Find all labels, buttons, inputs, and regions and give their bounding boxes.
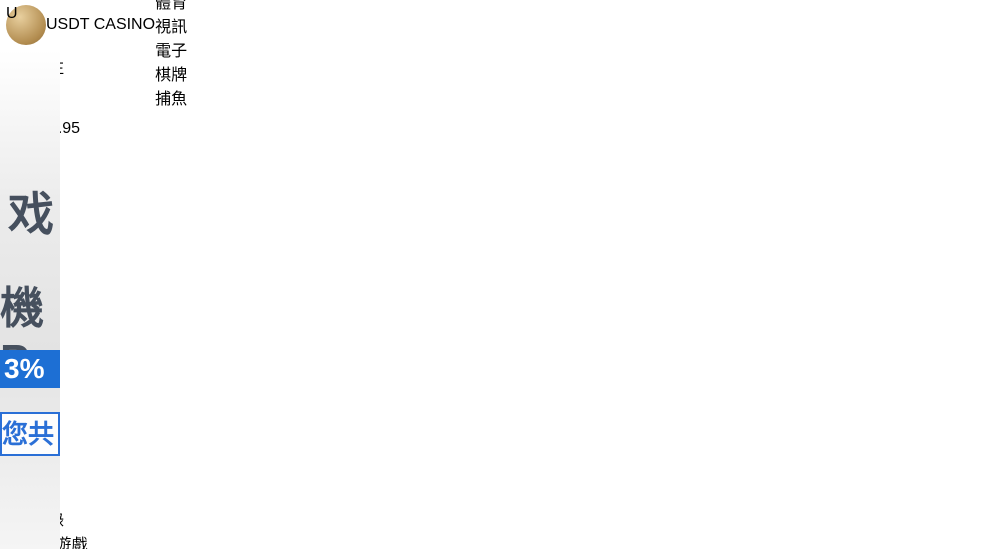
background-promo: 戏 機P 3% 您共 [0,50,60,549]
page-content: AG ASIA GAMING 停止下注 開牌中 2 2 2 277,782.95… [0,36,1000,549]
sidebar-item-slots[interactable]: 電子 [0,459,1000,483]
deposit-row[interactable]: 存款 [0,303,1000,320]
promo-text-fragment: 戏 [8,178,54,244]
video-games-row[interactable]: 視 [0,320,1000,339]
menu-item-video-games[interactable]: 視訊遊戲 [0,531,1000,549]
stop-betting-label: 停止下注 [0,54,1000,78]
browser-window: AG Asia Gaming - Google Chrome gci.2hhap… [0,0,1000,549]
modal-menu: 視訊遊戲 777 電子老虎機 桌面遊戲 積分查詢 額度記錄 [0,531,1000,549]
sidebar-item-duo[interactable]: 多 [0,435,1000,459]
ag-user-panel: gbad 0.65 存款 視 卡卡 旗艦 歐洲 競 多 電子 捕魚 [0,267,1000,507]
username-row: gbad [0,267,1000,285]
sidebar-item-fishing[interactable]: 捕魚 [0,483,1000,507]
sidebar-item-flagship[interactable]: 旗艦 [0,363,1000,387]
right-rail-menu[interactable]: 用 賬 桌 [0,195,1000,267]
site-logo[interactable]: U USDT CASINO [6,5,155,45]
sidebar-item-kaka[interactable]: 卡卡 [0,339,1000,363]
nav-item-slots[interactable]: 電子 [155,37,187,61]
site-logo-icon: U [6,5,46,45]
site-nav-items: 首頁 彩票 體育 視訊 電子 棋牌 捕魚 [155,0,187,109]
sidebar-item-europe[interactable]: 歐洲 [0,387,1000,411]
bet-records-modal: 下注記錄 視訊遊戲 777 電子老虎機 桌面遊戲 積分查詢 [0,507,1000,549]
table-list-numbers: 1 2 [0,159,1000,195]
site-logo-text: USDT CASINO [46,16,155,34]
dealing-status-label: 開牌中 [0,78,1000,102]
site-top-nav: U USDT CASINO 首頁 彩票 體育 視訊 電子 棋牌 捕魚 [0,0,1000,50]
dealt-cards: 2 2 2 [0,102,1000,120]
nav-item-sports[interactable]: 體育 [155,0,187,13]
sidebar-item-jing[interactable]: 競 [0,411,1000,435]
nav-item-board-games[interactable]: 棋牌 [155,61,187,85]
modal-title: 下注記錄 [0,507,1000,531]
promo-percent-banner: 3% [0,350,60,388]
promo-text-box: 您共 [0,412,60,456]
nav-item-live-casino[interactable]: 視訊 [155,13,187,37]
pot-amount: 277,782.95 [0,120,1000,138]
game-video-area: AG ASIA GAMING 停止下注 開牌中 2 2 2 277,782.95… [0,36,1000,267]
nav-item-fishing[interactable]: 捕魚 [155,85,187,109]
bet-status-sign: 停止下注 開牌中 [0,54,1000,102]
balance-row: 0.65 [0,285,1000,303]
